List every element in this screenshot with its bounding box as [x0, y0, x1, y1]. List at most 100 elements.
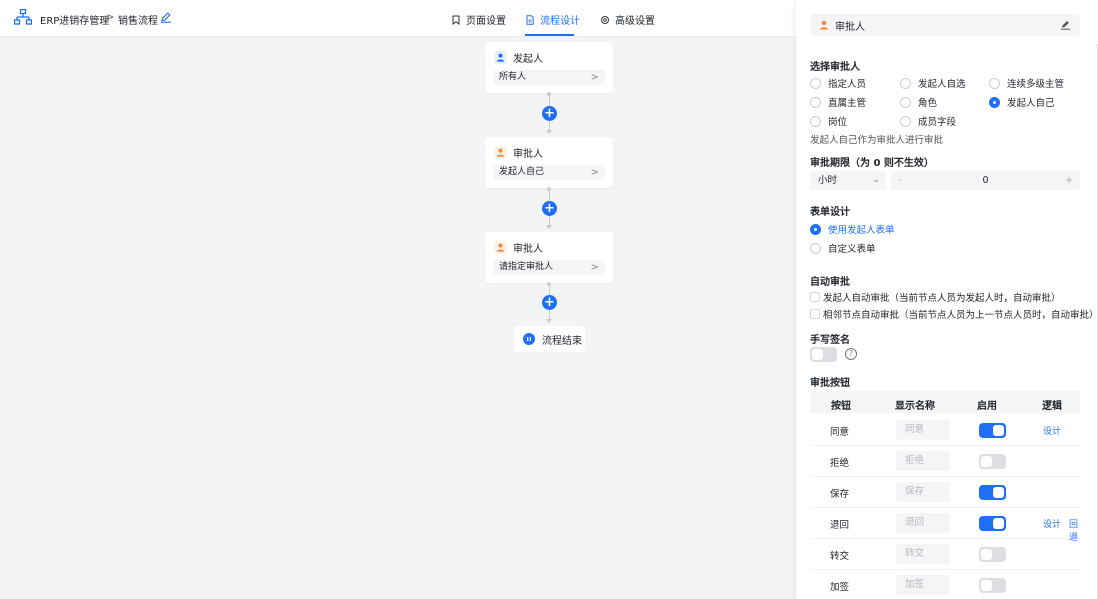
increment-button[interactable]: +	[1065, 171, 1073, 190]
section-title-buttons: 审批按钮	[810, 378, 850, 389]
chevron-down-icon: ⌄	[872, 175, 880, 185]
enable-toggle[interactable]	[979, 547, 1006, 562]
deadline-stepper[interactable]: 0 - +	[891, 171, 1080, 190]
decrement-button[interactable]: -	[898, 171, 901, 190]
column-header: 逻辑	[1042, 401, 1062, 412]
table-row: 加签 加签	[810, 570, 1080, 599]
table-row: 转交 转交	[810, 539, 1080, 570]
button-name: 拒绝	[830, 458, 850, 469]
connector-arrow	[546, 319, 552, 323]
org-chart-icon	[14, 9, 32, 25]
gear-icon	[601, 15, 609, 24]
connector-line	[549, 284, 550, 295]
display-name-input[interactable]: 拒绝	[896, 451, 950, 471]
enable-toggle[interactable]	[979, 423, 1006, 438]
display-name-input[interactable]: 加签	[896, 575, 950, 595]
table-row: 拒绝 拒绝	[810, 446, 1080, 477]
approver-icon	[818, 19, 830, 31]
document-icon	[526, 14, 534, 25]
add-node-button[interactable]: +	[542, 295, 557, 310]
column-header: 按钮	[831, 401, 851, 412]
chevron-right-icon: >	[590, 72, 599, 83]
node-value-text: 请指定审批人	[499, 262, 554, 272]
design-link[interactable]: 设计	[1043, 517, 1061, 530]
end-label: 流程结束	[542, 335, 582, 347]
breadcrumb-app[interactable]: ERP进销存管理	[40, 12, 109, 27]
radio-label: 发起人自己	[1007, 98, 1055, 109]
checkbox-label: 相邻节点自动审批（当前节点人员为上一节点人员时，自动审批）	[822, 310, 1098, 321]
panel-title: 审批人	[835, 21, 865, 33]
radio-label: 角色	[918, 98, 938, 109]
connector-line	[549, 216, 550, 225]
node-value-text: 发起人自己	[499, 167, 545, 177]
radio-direct-manager[interactable]: 直属主管	[810, 95, 866, 109]
node-value-text: 所有人	[499, 72, 527, 82]
add-node-button[interactable]: +	[542, 106, 557, 121]
edit-icon[interactable]	[160, 11, 172, 23]
button-name: 保存	[830, 489, 850, 500]
node-title: 发起人	[513, 54, 543, 65]
radio-role[interactable]: 角色	[900, 95, 937, 109]
flow-node-approver-1[interactable]: 审批人 发起人自己 >	[485, 137, 613, 188]
select-value: 小时	[818, 175, 838, 186]
table-row: 同意 同意 设计	[810, 415, 1080, 446]
radio-position[interactable]: 岗位	[810, 114, 847, 128]
radio-label: 自定义表单	[828, 244, 876, 255]
button-name: 同意	[830, 427, 850, 438]
section-title-deadline: 审批期限（为 0 则不生效）	[810, 158, 934, 169]
user-icon	[494, 51, 507, 64]
radio-use-initiator-form[interactable]: 使用发起人表单	[810, 222, 895, 236]
radio-specified-member[interactable]: 指定人员	[810, 76, 866, 90]
button-name: 加签	[830, 582, 850, 593]
bookmark-icon	[452, 15, 460, 25]
connector-line	[549, 189, 550, 201]
design-link[interactable]: 设计	[1043, 424, 1061, 437]
edit-icon[interactable]	[1060, 19, 1071, 30]
display-name-input[interactable]: 转交	[896, 544, 950, 564]
node-value[interactable]: 请指定审批人 >	[493, 260, 605, 275]
tab-flow-design[interactable]: 流程设计	[525, 12, 580, 27]
approver-icon	[494, 241, 507, 254]
panel-header: 审批人	[810, 14, 1080, 36]
node-value[interactable]: 所有人 >	[493, 70, 605, 85]
chevron-right-icon: >	[590, 167, 599, 178]
help-icon[interactable]: ?	[845, 348, 857, 360]
flow-node-approver-2[interactable]: 审批人 请指定审批人 >	[485, 232, 613, 283]
tab-page-settings[interactable]: 页面设置	[451, 12, 506, 27]
checkbox-initiator-auto-approve[interactable]: 发起人自动审批（当前节点人员为发起人时，自动审批）	[810, 290, 1061, 304]
buttons-table-header: 按钮 显示名称 启用 逻辑	[810, 391, 1080, 413]
tab-advanced-settings[interactable]: 高级设置	[600, 12, 655, 27]
node-title: 审批人	[513, 149, 543, 160]
checkbox-adjacent-auto-approve[interactable]: 相邻节点自动审批（当前节点人员为上一节点人员时，自动审批）	[810, 307, 1098, 321]
column-header: 启用	[977, 401, 997, 412]
radio-member-field[interactable]: 成员字段	[900, 114, 956, 128]
radio-multi-level-manager[interactable]: 连续多级主管	[989, 76, 1064, 90]
display-name-input[interactable]: 退回	[896, 513, 950, 533]
add-node-button[interactable]: +	[542, 201, 557, 216]
approver-hint: 发起人自己作为审批人进行审批	[810, 135, 944, 146]
section-title-approver: 选择审批人	[810, 62, 860, 73]
enable-toggle[interactable]	[979, 578, 1006, 593]
flow-node-initiator[interactable]: 发起人 所有人 >	[485, 42, 613, 93]
enable-toggle[interactable]	[979, 516, 1006, 531]
deadline-unit-select[interactable]: 小时 ⌄	[810, 171, 886, 190]
tab-label: 流程设计	[540, 16, 580, 27]
node-title: 审批人	[513, 244, 543, 255]
enable-toggle[interactable]	[979, 454, 1006, 469]
connector-line	[549, 121, 550, 130]
tab-label: 高级设置	[615, 16, 655, 27]
radio-label: 使用发起人表单	[828, 225, 895, 236]
active-tab-indicator	[525, 34, 574, 36]
enable-toggle[interactable]	[979, 485, 1006, 500]
stepper-value[interactable]: 0	[891, 171, 1080, 190]
display-name-input[interactable]: 保存	[896, 482, 950, 502]
radio-initiator-self[interactable]: 发起人自己	[989, 95, 1055, 109]
table-row: 保存 保存	[810, 477, 1080, 508]
approver-settings-panel: 审批人 选择审批人 指定人员 发起人自选 连续多级主管 直属主管 角色 发起人自…	[796, 0, 1098, 599]
display-name-input[interactable]: 同意	[896, 420, 950, 440]
connector-line	[549, 94, 550, 106]
signature-toggle[interactable]	[810, 347, 837, 362]
node-value[interactable]: 发起人自己 >	[493, 165, 605, 180]
radio-initiator-choose[interactable]: 发起人自选	[900, 76, 966, 90]
radio-custom-form[interactable]: 自定义表单	[810, 241, 876, 255]
